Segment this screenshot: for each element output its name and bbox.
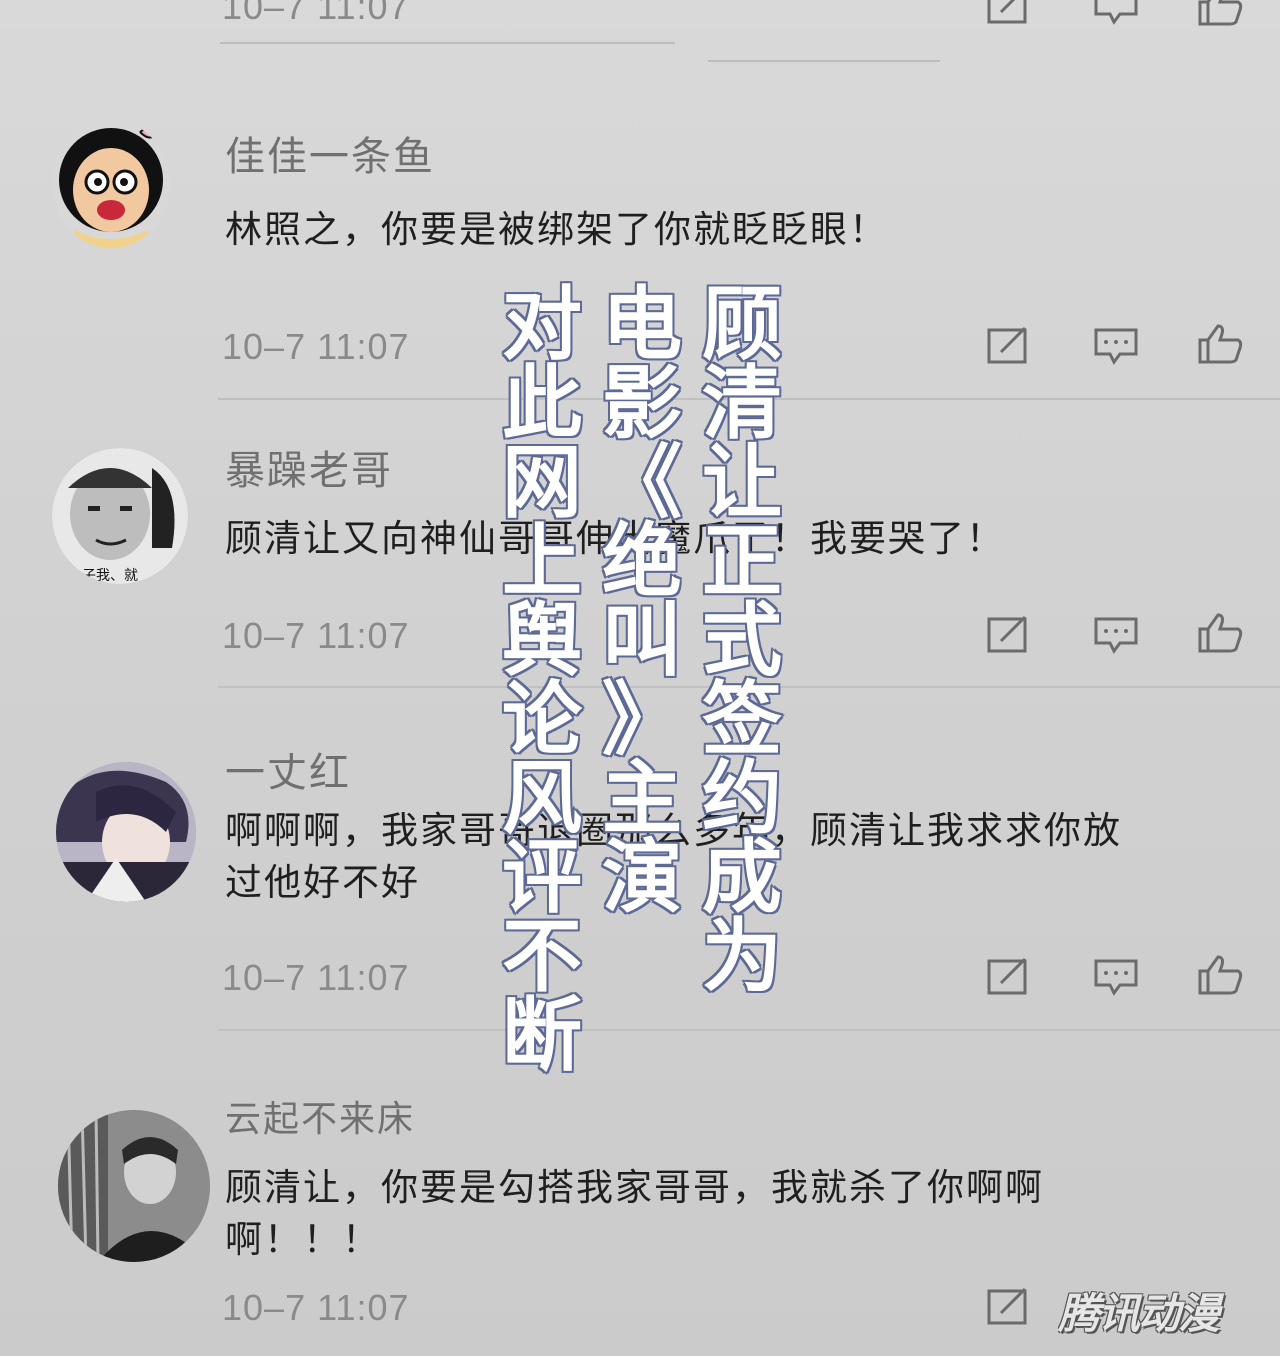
divider: [708, 60, 940, 62]
overlay-char: 式: [701, 594, 784, 687]
overlay-char: 绝: [601, 515, 684, 608]
overlay-char: 此: [501, 357, 584, 450]
overlay-char: 风: [501, 752, 584, 845]
overlay-char: 电: [601, 278, 684, 371]
overlay-char: 成: [701, 831, 784, 924]
overlay-char: 叫: [601, 594, 684, 687]
overlay-char: 顾: [701, 278, 784, 371]
svg-text:子我、就: 子我、就: [82, 568, 138, 584]
comment-username[interactable]: 一丈红: [225, 740, 351, 798]
overlay-char: 评: [501, 831, 584, 924]
overlay-char: 断: [501, 989, 584, 1082]
overlay-caption-col3: 对此网上舆论风评不断对此网上舆论风评不断: [497, 278, 587, 1082]
overlay-char: 演: [601, 831, 684, 924]
overlay-caption-col2: 电影《绝叫》主演电影《绝叫》主演: [597, 278, 687, 924]
share-edit-icon[interactable]: [985, 955, 1033, 999]
divider: [218, 1029, 1280, 1031]
overlay-char: 约: [701, 752, 784, 845]
overlay-char: 上: [501, 515, 584, 608]
divider: [220, 42, 675, 44]
overlay-char: 》: [601, 673, 684, 766]
overlay-char: 清: [701, 357, 784, 450]
comment-username[interactable]: 云起不来床: [225, 1090, 415, 1142]
share-edit-icon[interactable]: [985, 613, 1033, 657]
comment-username[interactable]: 暴躁老哥: [225, 438, 393, 496]
share-edit-icon[interactable]: [985, 0, 1033, 28]
watermark-logo: 腾讯动漫: [1058, 1289, 1220, 1334]
comment-time: 10–7 11:07: [222, 957, 410, 998]
overlay-char: 《: [601, 436, 684, 529]
overlay-char: 对: [501, 278, 584, 371]
photo-man-avatar[interactable]: [58, 1110, 210, 1262]
comment-time: 10–7 11:07: [222, 0, 410, 27]
thumbs-up-icon[interactable]: [1196, 953, 1244, 997]
overlay-char: 主: [601, 752, 684, 845]
overlay-char: 让: [701, 436, 784, 529]
thumbs-up-icon[interactable]: [1196, 0, 1244, 28]
overlay-char: 舆: [501, 594, 584, 687]
comment-time: 10–7 11:07: [222, 615, 410, 656]
comment-bubble-icon[interactable]: [1092, 324, 1140, 368]
comment-text: 林照之，你要是被绑架了你就眨眨眼！: [225, 208, 888, 251]
cartoon-girl-avatar[interactable]: [52, 120, 170, 248]
comment-bubble-icon[interactable]: [1092, 613, 1140, 657]
overlay-char: 正: [701, 515, 784, 608]
comment-text: 啊啊啊，我家哥哥退圈那么多年，顾清让我求求你放过他好不好: [225, 809, 1122, 904]
thumbs-up-icon[interactable]: [1196, 611, 1244, 655]
overlay-char: 为: [701, 910, 784, 1003]
comment-time: 10–7 11:07: [222, 1287, 410, 1328]
comment-time: 10–7 11:07: [222, 326, 410, 367]
thumbs-up-icon[interactable]: [1196, 322, 1244, 366]
meme-face-avatar[interactable]: 子我、就: [52, 448, 188, 584]
overlay-char: 不: [501, 910, 584, 1003]
anime-boy-avatar[interactable]: [56, 762, 196, 902]
share-edit-icon[interactable]: [985, 1285, 1033, 1329]
overlay-char: 签: [701, 673, 784, 766]
top-divider-lines: [0, 0, 1280, 80]
share-edit-icon[interactable]: [985, 324, 1033, 368]
overlay-char: 影: [601, 357, 684, 450]
comment-text: 顾清让，你要是勾搭我家哥哥，我就杀了你啊啊啊！！！: [225, 1166, 1044, 1261]
comment-bubble-icon[interactable]: [1092, 0, 1140, 28]
comment-username[interactable]: 佳佳一条鱼: [225, 124, 435, 182]
overlay-char: 网: [501, 436, 584, 529]
overlay-char: 论: [501, 673, 584, 766]
overlay-caption-col1: 顾清让正式签约成为顾清让正式签约成为: [697, 278, 787, 1003]
comment-bubble-icon[interactable]: [1092, 955, 1140, 999]
